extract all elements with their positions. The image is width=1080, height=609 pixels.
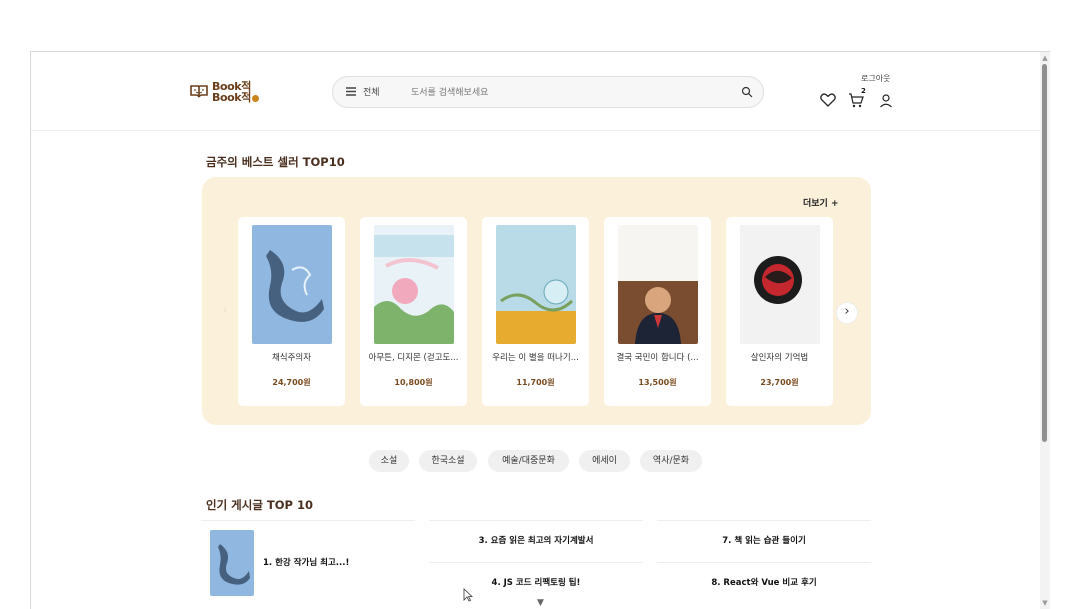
scroll-up-icon[interactable]: ▲ [1041,54,1049,62]
logo-dot-icon [251,95,259,102]
category-chip[interactable]: 소설 [369,450,409,472]
search-input[interactable] [409,82,733,104]
book-title: 채식주의자 [271,353,312,363]
book-price: 11,700원 [516,378,555,387]
category-chip[interactable]: 역사/문화 [640,450,702,472]
search-category-select[interactable]: 전체 [363,85,380,98]
category-chip[interactable]: 한국소설 [419,450,477,472]
book-cover-image [740,225,820,344]
book-cover-image [374,225,454,344]
book-card[interactable]: 채식주의자 24,700원 [238,217,345,406]
book-price: 23,700원 [760,378,799,387]
carousel-next-icon[interactable]: › [836,302,858,324]
browser-viewport: Book적 Book적 전체 로그아웃 2 금주의 베스트 셀러 TOP10 더… [30,51,1050,609]
book-price: 10,800원 [394,378,433,387]
book-logo-icon [190,85,208,98]
search-icon[interactable] [741,86,753,98]
book-cover-image [252,225,332,344]
search-bar[interactable]: 전체 [332,76,764,108]
mouse-cursor-icon [463,588,473,602]
carousel-prev-icon[interactable]: ‹ [215,302,235,322]
book-title: 살인자의 기억법 [750,353,809,363]
logo-line-2: Book적 [212,92,259,103]
book-card[interactable]: 아무튼, 디지몬 (걷고도... 10,800원 [360,217,467,406]
category-chip[interactable]: 예술/대중문화 [488,450,569,472]
category-chip[interactable]: 에세이 [579,450,630,472]
book-title: 아무튼, 디지몬 (걷고도... [368,353,459,363]
more-link[interactable]: 더보기 + [803,196,839,209]
site-logo[interactable]: Book적 Book적 [189,78,269,106]
book-title: 결국 국민이 합니다 (... [616,353,699,363]
heart-icon[interactable] [819,91,837,109]
book-cover-image [618,225,698,344]
book-cover-image [496,225,576,344]
post-title[interactable]: 3. 요즘 읽은 최고의 자기계발서 [429,520,643,562]
book-price: 13,500원 [638,378,677,387]
bestseller-carousel: 더보기 + ‹ 채식주의자 24,700원 아무튼, 디지몬 (걷고도... 1… [202,177,871,425]
scrollbar-thumb[interactable] [1042,64,1047,442]
hamburger-menu-icon[interactable] [345,86,357,97]
user-icon[interactable] [877,92,895,110]
vertical-scrollbar[interactable]: ▲ ▼ [1040,52,1050,609]
popular-posts-title: 인기 게시글 TOP 10 [206,498,313,512]
popular-post-item[interactable]: 1. 한강 작가님 최고...! [201,520,415,601]
post-thumbnail-image [210,530,254,596]
logout-link[interactable]: 로그아웃 [861,73,890,84]
post-title[interactable]: 4. JS 코드 리팩토링 팁! [429,562,643,604]
book-card[interactable]: 우리는 이 별을 떠나기... 11,700원 [482,217,589,406]
book-card[interactable]: 결국 국민이 합니다 (... 13,500원 [604,217,711,406]
popular-posts-column: 3. 요즘 읽은 최고의 자기계발서 4. JS 코드 리팩토링 팁! [429,520,643,604]
book-title: 우리는 이 별을 떠나기... [492,353,579,363]
popular-posts-column: 7. 책 읽는 습관 들이기 8. React와 Vue 비교 후기 [657,520,871,604]
bestseller-section-title: 금주의 베스트 셀러 TOP10 [206,155,345,169]
site-header: Book적 Book적 전체 로그아웃 2 [31,52,1040,131]
scroll-down-icon[interactable]: ▼ [1041,599,1049,607]
book-card[interactable]: 살인자의 기억법 23,700원 [726,217,833,406]
scroll-down-indicator-icon[interactable]: ▼ [537,598,544,608]
book-price: 24,700원 [272,378,311,387]
cart-count-badge: 2 [861,87,866,95]
post-title[interactable]: 1. 한강 작가님 최고...! [263,556,349,568]
post-title[interactable]: 7. 책 읽는 습관 들이기 [657,520,871,562]
post-title[interactable]: 8. React와 Vue 비교 후기 [657,562,871,604]
